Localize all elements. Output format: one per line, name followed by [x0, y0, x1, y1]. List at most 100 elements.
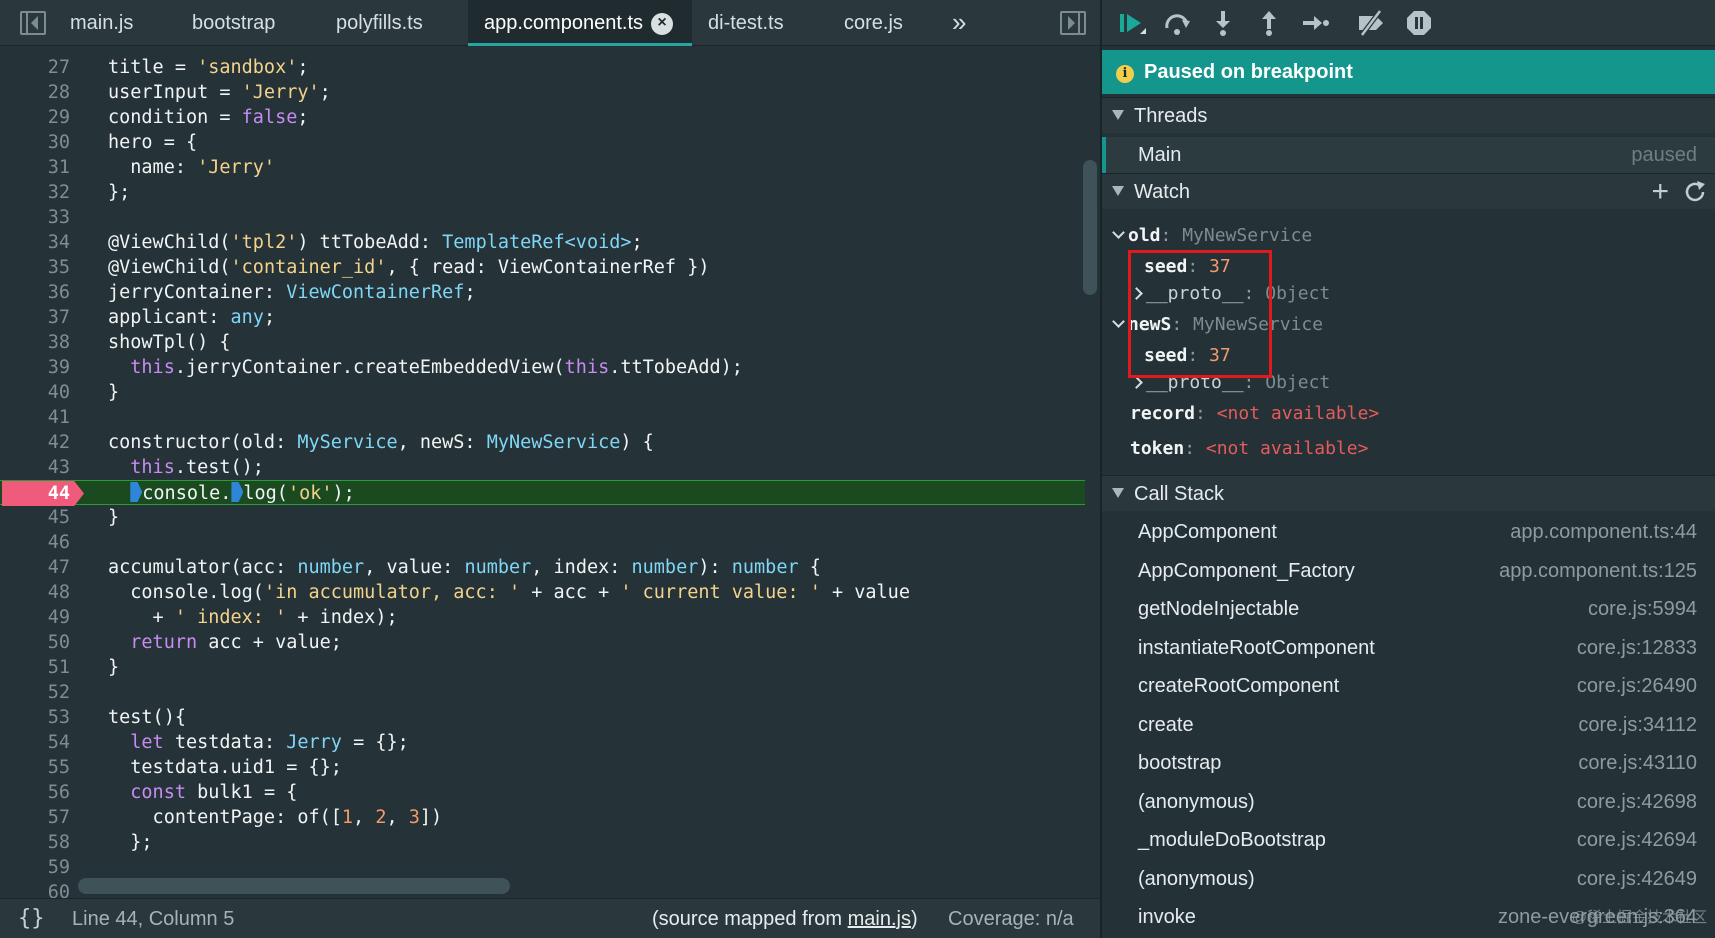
line-number[interactable]: 53 — [0, 705, 70, 730]
code-line[interactable]: 46 — [0, 530, 1085, 555]
horizontal-scrollbar[interactable] — [78, 878, 510, 894]
code-view[interactable]: 27 title = 'sandbox'; 28 userInput = 'Jerry… — [0, 46, 1100, 898]
line-number[interactable]: 44 — [0, 481, 70, 506]
code-line[interactable]: 38 showTpl() { — [0, 330, 1085, 355]
thread-item-main[interactable]: Main paused — [1102, 137, 1715, 173]
source-mapped-link[interactable]: main.js — [848, 908, 911, 930]
code-line[interactable]: 40} — [0, 380, 1085, 405]
code-line[interactable]: 34 @ViewChild('tpl2') ttTobeAdd: Template… — [0, 230, 1085, 255]
line-number[interactable]: 39 — [0, 355, 70, 380]
watch-item[interactable]: token: <not available> — [1130, 435, 1368, 463]
refresh-icon[interactable] — [1683, 180, 1707, 204]
line-number[interactable]: 38 — [0, 330, 70, 355]
resume-icon[interactable] — [1116, 8, 1146, 38]
code-line[interactable]: 47 accumulator(acc: number, value: number… — [0, 555, 1085, 580]
watch-header[interactable]: Watch + — [1102, 173, 1715, 209]
line-number[interactable]: 31 — [0, 155, 70, 180]
code-line[interactable]: 53 test(){ — [0, 705, 1085, 730]
code-line[interactable]: 36 jerryContainer: ViewContainerRef; — [0, 280, 1085, 305]
code-line[interactable]: 56 const bulk1 = { — [0, 780, 1085, 805]
code-line[interactable]: 42 constructor(old: MyService, newS: MyNe… — [0, 430, 1085, 455]
code-line[interactable]: 51} — [0, 655, 1085, 680]
line-number[interactable]: 35 — [0, 255, 70, 280]
line-number[interactable]: 51 — [0, 655, 70, 680]
watch-item[interactable]: old: MyNewService — [1112, 222, 1312, 250]
line-number[interactable]: 37 — [0, 305, 70, 330]
line-number[interactable]: 36 — [0, 280, 70, 305]
code-line[interactable]: 30 hero = { — [0, 130, 1085, 155]
code-line[interactable]: 43 this.test(); — [0, 455, 1085, 480]
line-number[interactable]: 56 — [0, 780, 70, 805]
tab-bootstrap[interactable]: bootstrap — [192, 0, 275, 46]
line-number[interactable]: 49 — [0, 605, 70, 630]
line-number[interactable]: 55 — [0, 755, 70, 780]
tab-app-component-ts[interactable]: app.component.ts × — [468, 0, 692, 46]
tab-di-test-ts[interactable]: di-test.ts — [708, 0, 784, 46]
tab-main-js[interactable]: main.js — [70, 0, 133, 46]
pause-on-exceptions-icon[interactable] — [1404, 8, 1434, 38]
call-stack-frame[interactable]: createRootComponent core.js:26490 — [1102, 667, 1715, 705]
call-stack-frame[interactable]: create core.js:34112 — [1102, 706, 1715, 744]
code-line[interactable]: 48 console.log('in accumulator, acc: ' +… — [0, 580, 1085, 605]
cursor-position[interactable]: Line 44, Column 5 — [72, 908, 234, 931]
line-number[interactable]: 54 — [0, 730, 70, 755]
code-line[interactable]: 28 userInput = 'Jerry'; — [0, 80, 1085, 105]
line-number[interactable]: 41 — [0, 405, 70, 430]
line-number[interactable]: 50 — [0, 630, 70, 655]
line-number[interactable]: 29 — [0, 105, 70, 130]
call-stack-frame[interactable]: (anonymous) core.js:42649 — [1102, 860, 1715, 898]
toggle-navigator-icon[interactable] — [20, 11, 46, 35]
call-stack-frame[interactable]: getNodeInjectable core.js:5994 — [1102, 590, 1715, 628]
code-line[interactable]: 33 — [0, 205, 1085, 230]
line-number[interactable]: 30 — [0, 130, 70, 155]
line-number[interactable]: 59 — [0, 855, 70, 880]
code-line[interactable]: 44 console. log('ok'); — [0, 480, 1085, 506]
call-stack-frame[interactable]: instantiateRootComponent core.js:12833 — [1102, 629, 1715, 667]
code-line[interactable]: 35 @ViewChild('container_id', { read: Vie… — [0, 255, 1085, 280]
line-number[interactable]: 42 — [0, 430, 70, 455]
code-line[interactable]: 50 return acc + value; — [0, 630, 1085, 655]
call-stack-frame[interactable]: bootstrap core.js:43110 — [1102, 744, 1715, 782]
call-stack-frame[interactable]: AppComponent_Factory app.component.ts:125 — [1102, 552, 1715, 590]
line-number[interactable]: 34 — [0, 230, 70, 255]
code-line[interactable]: 54 let testdata: Jerry = {}; — [0, 730, 1085, 755]
line-number[interactable]: 60 — [0, 880, 70, 898]
call-stack-frame[interactable]: (anonymous) core.js:42698 — [1102, 783, 1715, 821]
deactivate-breakpoints-icon[interactable] — [1356, 8, 1386, 38]
code-line[interactable]: 27 title = 'sandbox'; — [0, 55, 1085, 80]
line-number[interactable]: 58 — [0, 830, 70, 855]
call-stack-frame[interactable]: _moduleDoBootstrap core.js:42694 — [1102, 821, 1715, 859]
line-number[interactable]: 32 — [0, 180, 70, 205]
close-icon[interactable]: × — [651, 12, 673, 35]
step-in-icon[interactable] — [1208, 8, 1238, 38]
callstack-header[interactable]: Call Stack — [1102, 475, 1715, 511]
line-number[interactable]: 52 — [0, 680, 70, 705]
vertical-scrollbar[interactable] — [1083, 160, 1097, 295]
toggle-debugger-icon[interactable] — [1060, 11, 1086, 35]
line-number[interactable]: 48 — [0, 580, 70, 605]
line-number[interactable]: 57 — [0, 805, 70, 830]
line-number[interactable]: 47 — [0, 555, 70, 580]
expand-caret-icon[interactable] — [1112, 315, 1125, 328]
line-number[interactable]: 45 — [0, 505, 70, 530]
tab-polyfills-ts[interactable]: polyfills.ts — [336, 0, 423, 46]
call-stack-frame[interactable]: AppComponent app.component.ts:44 — [1102, 513, 1715, 551]
step-out-icon[interactable] — [1254, 8, 1284, 38]
line-number[interactable]: 33 — [0, 205, 70, 230]
line-number[interactable]: 40 — [0, 380, 70, 405]
expand-caret-icon[interactable] — [1130, 376, 1143, 389]
code-line[interactable]: 32}; — [0, 180, 1085, 205]
add-icon[interactable]: + — [1651, 174, 1669, 210]
line-number[interactable]: 43 — [0, 455, 70, 480]
more-tabs-button[interactable]: » — [952, 0, 966, 46]
code-line[interactable]: 45} — [0, 505, 1085, 530]
step-icon[interactable] — [1300, 8, 1330, 38]
code-line[interactable]: 55 testdata.uid1 = {}; — [0, 755, 1085, 780]
pretty-print-button[interactable]: {} — [18, 906, 45, 931]
watch-item[interactable]: record: <not available> — [1130, 400, 1379, 428]
code-line[interactable]: 57 contentPage: of([1, 2, 3]) — [0, 805, 1085, 830]
step-over-icon[interactable] — [1162, 8, 1192, 38]
code-line[interactable]: 52 — [0, 680, 1085, 705]
line-number[interactable]: 27 — [0, 55, 70, 80]
code-line[interactable]: 49 + ' index: ' + index); — [0, 605, 1085, 630]
